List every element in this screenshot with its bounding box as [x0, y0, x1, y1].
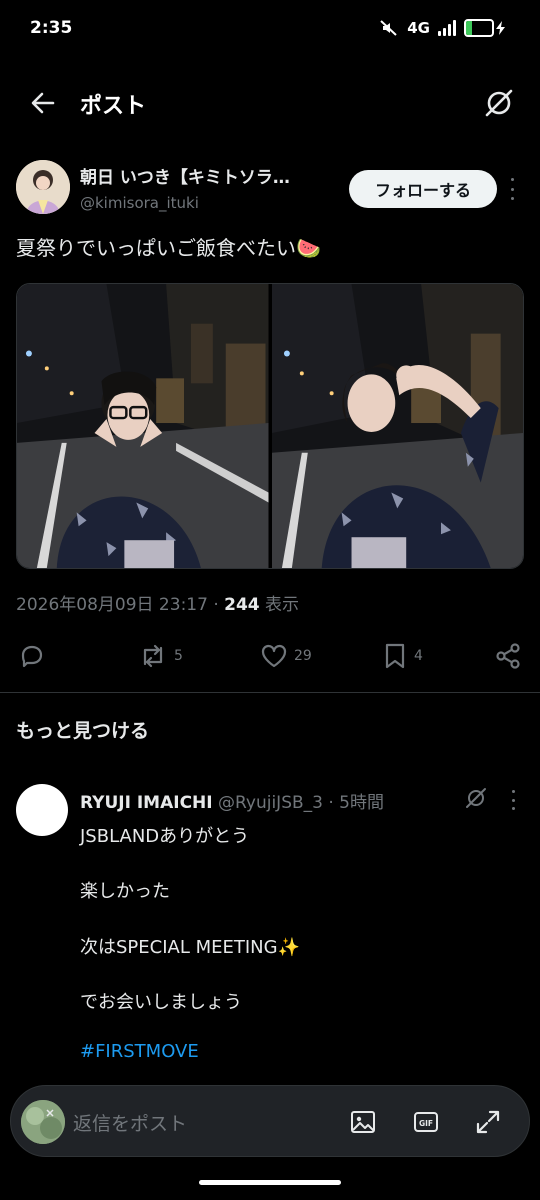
- recommended-text-line: でお会いしましょう: [80, 992, 242, 1013]
- recommended-author-name[interactable]: RYUJI IMAICHI: [80, 793, 213, 813]
- post-author: 朝日 いつき【キミトソラ… @kimisora_ituki フォローする: [16, 160, 526, 220]
- like-count: 29: [294, 648, 312, 664]
- battery-level: 23: [471, 20, 487, 33]
- bookmark-button[interactable]: 4: [382, 636, 423, 676]
- signal-icon: [438, 20, 456, 36]
- share-icon: [496, 643, 520, 669]
- recommended-handle-time: @RyujiJSB_3 · 5時間: [212, 793, 384, 813]
- recommended-text-line: 楽しかった: [80, 881, 170, 902]
- post-photo-1[interactable]: [17, 284, 269, 568]
- follow-button[interactable]: フォローする: [349, 170, 497, 208]
- author-avatar[interactable]: [16, 160, 70, 214]
- network-type: 4G: [407, 19, 430, 37]
- grok-icon[interactable]: [482, 86, 516, 120]
- like-button[interactable]: 29: [260, 636, 312, 676]
- image-icon[interactable]: [349, 1108, 377, 1136]
- discover-heading: もっと見つける: [16, 720, 150, 742]
- heart-icon: [261, 644, 287, 668]
- views-label: 表示: [259, 595, 300, 615]
- gif-icon[interactable]: GIF: [412, 1108, 440, 1136]
- post-datetime: 2026年08月09日 23:17 ·: [16, 595, 225, 615]
- bookmark-icon: [385, 643, 405, 669]
- status-time: 2:35: [30, 18, 73, 38]
- reply-compose-bar: 返信をポスト GIF: [10, 1085, 530, 1157]
- recommended-post[interactable]: RYUJI IMAICHI @RyujiJSB_3 · 5時間 JSBLANDあ…: [16, 780, 524, 1080]
- mute-icon: [380, 20, 397, 36]
- expand-icon[interactable]: [474, 1108, 502, 1136]
- post-media[interactable]: [16, 283, 524, 569]
- repost-count: 5: [174, 648, 183, 664]
- post-text: 夏祭りでいっぱいご飯食べたい🍉: [16, 236, 321, 260]
- grok-icon[interactable]: [464, 786, 488, 810]
- reply-icon: [21, 645, 43, 668]
- recommended-header: RYUJI IMAICHI @RyujiJSB_3 · 5時間: [80, 788, 384, 813]
- recommended-avatar[interactable]: [16, 784, 68, 836]
- svg-text:GIF: GIF: [419, 1119, 433, 1128]
- author-name[interactable]: 朝日 いつき【キミトソラ…: [80, 163, 340, 188]
- more-options-icon[interactable]: [508, 790, 518, 810]
- bookmark-count: 4: [414, 648, 423, 664]
- reply-input[interactable]: 返信をポスト: [73, 1109, 187, 1136]
- divider: [0, 692, 540, 693]
- user-avatar[interactable]: [21, 1100, 65, 1144]
- post-actions: 5 29 4: [16, 636, 524, 676]
- status-bar: 2:35 4G 23: [0, 0, 540, 60]
- author-handle[interactable]: @kimisora_ituki: [80, 194, 199, 212]
- post-timestamp: 2026年08月09日 23:17 · 244 表示: [16, 590, 299, 615]
- battery-icon: 23: [464, 19, 506, 37]
- views-count: 244: [224, 595, 260, 615]
- recommended-text-line: JSBLANDありがとう: [80, 826, 250, 847]
- post-photo-2[interactable]: [271, 284, 523, 568]
- share-button[interactable]: [494, 636, 522, 676]
- more-options-icon[interactable]: [506, 178, 518, 200]
- arrow-left-icon[interactable]: [26, 86, 60, 120]
- repost-button[interactable]: 5: [138, 636, 183, 676]
- recommended-text-line: 次はSPECIAL MEETING✨: [80, 937, 300, 958]
- reply-button[interactable]: [18, 636, 52, 676]
- hashtag-link[interactable]: #FIRSTMOVE: [80, 1041, 199, 1062]
- home-indicator[interactable]: [199, 1180, 341, 1185]
- repost-icon: [143, 644, 163, 668]
- page-title: ポスト: [80, 94, 147, 119]
- status-icons: 4G 23: [379, 18, 506, 38]
- top-nav: ポスト: [0, 74, 540, 130]
